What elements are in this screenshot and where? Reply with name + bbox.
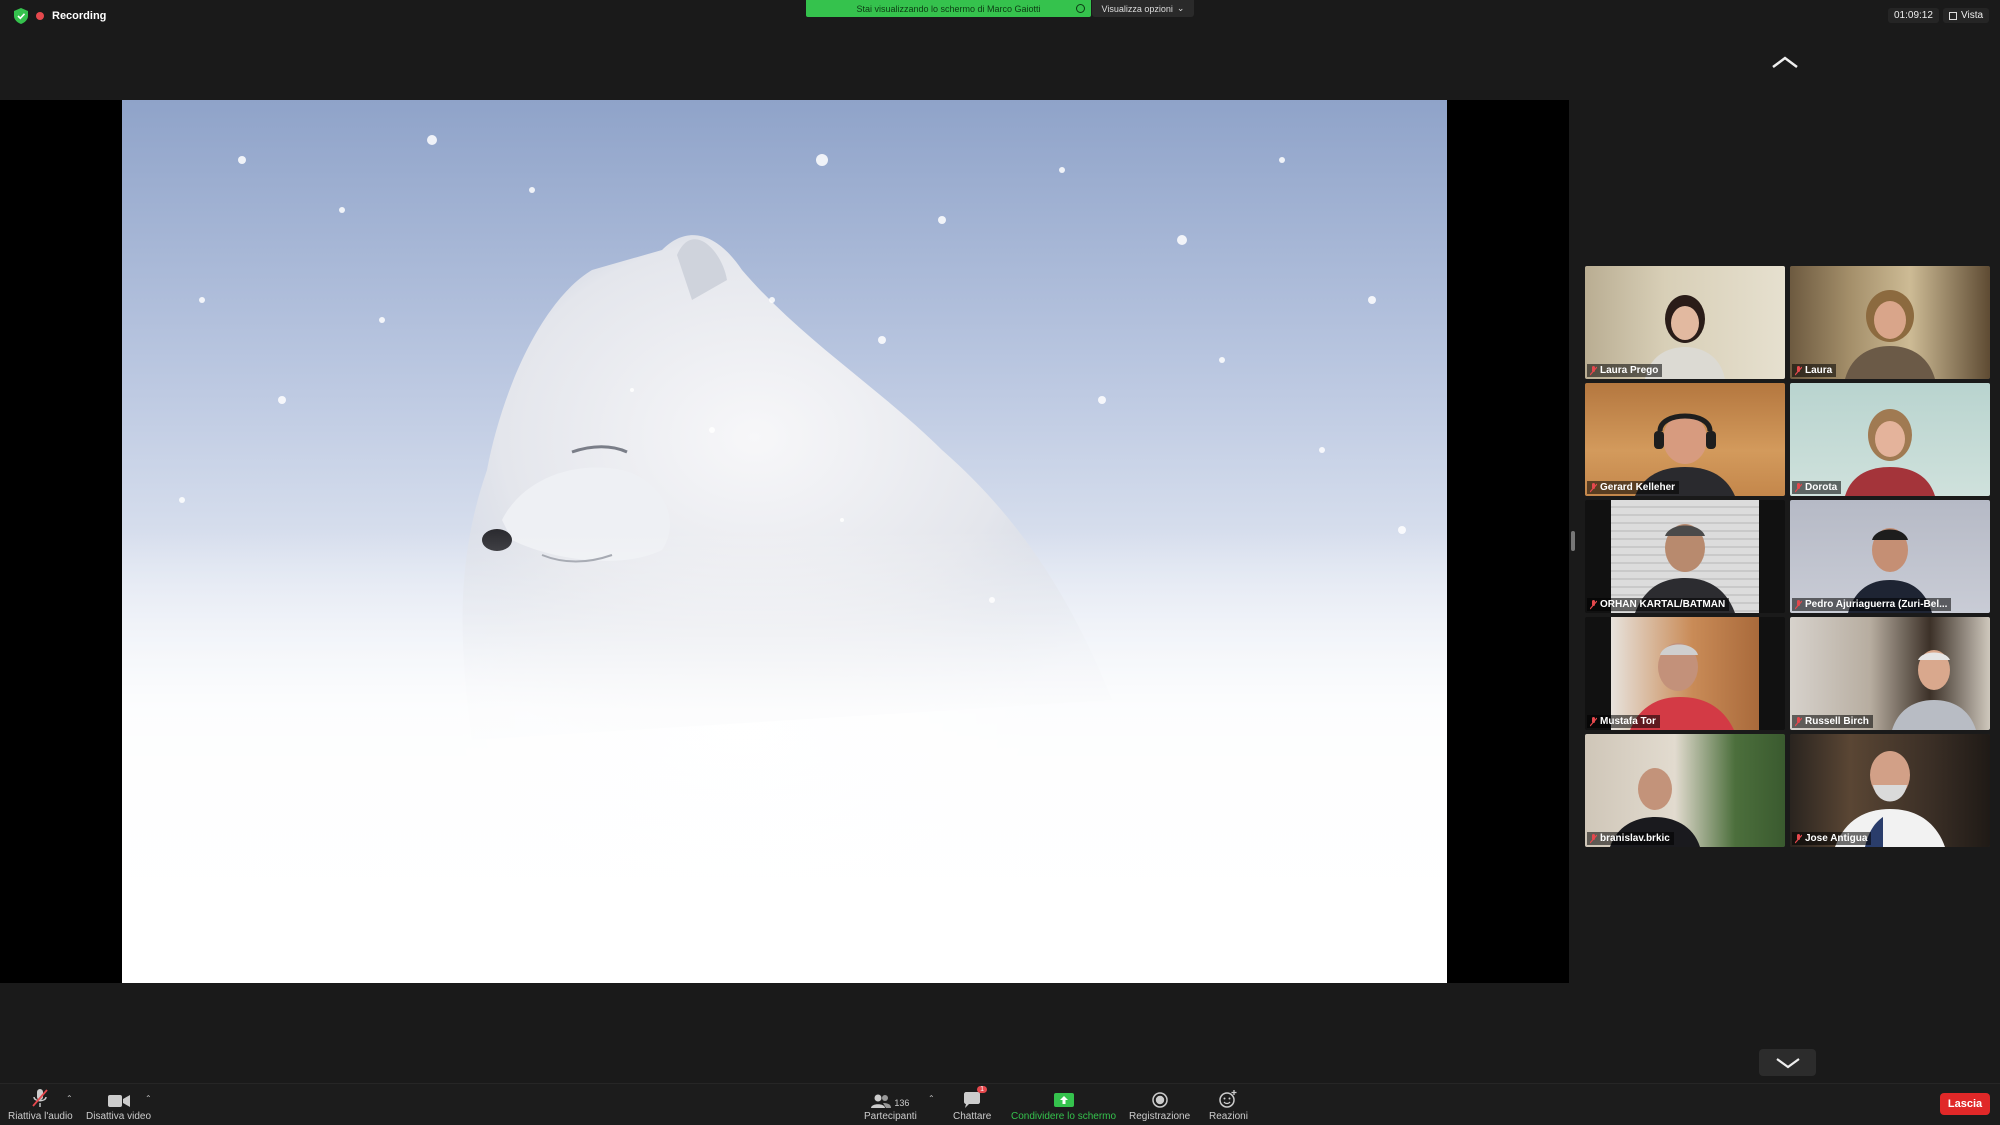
participant-tile[interactable]: Mustafa Tor [1585, 617, 1785, 730]
recording-label: Recording [52, 10, 107, 22]
participant-name-label: Pedro Ajuriaguerra (Zuri-Bel... [1792, 598, 1952, 611]
participant-name-label: Russell Birch [1792, 715, 1873, 728]
meeting-timer: 01:09:12 [1888, 8, 1939, 23]
video-camera-icon [107, 1095, 130, 1107]
chat-icon [964, 1092, 981, 1108]
scroll-down-button[interactable] [1759, 1049, 1816, 1076]
chevron-down-icon [1775, 1057, 1800, 1068]
screen-share-banner: Stai visualizzando lo schermo di Marco G… [806, 0, 1091, 17]
shield-icon [14, 8, 28, 24]
mic-muted-icon [1795, 716, 1802, 726]
mic-muted-icon [1795, 833, 1802, 843]
stop-video-button[interactable]: Disattiva video [86, 1088, 151, 1122]
mic-muted-icon [1795, 365, 1802, 375]
participant-video [1892, 650, 1976, 730]
participant-name-label: Gerard Kelleher [1587, 481, 1680, 494]
participant-tile[interactable]: branislav.brkic [1585, 734, 1785, 847]
participant-video [1845, 290, 1935, 379]
participant-name-label: Laura [1792, 364, 1837, 377]
participant-tile[interactable]: Laura [1790, 266, 1990, 379]
record-icon [1151, 1092, 1168, 1108]
view-options-button[interactable]: Visualizza opzioni ⌄ [1092, 0, 1194, 17]
participant-video [1845, 409, 1935, 496]
leave-button[interactable]: Lascia [1940, 1093, 1990, 1115]
participant-tile[interactable]: Russell Birch [1790, 617, 1990, 730]
mic-muted-icon [1590, 599, 1597, 609]
participants-count: 136 [894, 1098, 910, 1108]
shared-screen-area [0, 100, 1569, 983]
reactions-button[interactable]: Reazioni [1209, 1088, 1248, 1122]
chat-unread-badge: 1 [977, 1086, 988, 1093]
mic-muted-icon [1590, 833, 1597, 843]
record-button[interactable]: Registrazione [1129, 1088, 1190, 1122]
mic-muted-icon [1590, 716, 1597, 726]
record-dot-icon [36, 12, 44, 20]
participant-tile[interactable]: Dorota [1790, 383, 1990, 496]
mic-muted-icon [1590, 365, 1597, 375]
mic-muted-icon [1590, 482, 1597, 492]
grid-view-icon [1949, 11, 1957, 20]
participant-tile[interactable]: ORHAN KARTAL/BATMAN [1585, 500, 1785, 613]
participant-tile[interactable]: Jose Antigua [1790, 734, 1990, 847]
view-button[interactable]: Vista [1943, 8, 1990, 23]
participant-video [1835, 751, 1945, 847]
participants-options-caret-icon[interactable]: ⌃ [928, 1094, 935, 1103]
scroll-up-icon[interactable] [1770, 54, 1800, 70]
resize-handle[interactable] [1571, 531, 1575, 551]
shared-screen-image [122, 100, 1447, 983]
arctic-fox-photo [122, 135, 1447, 983]
view-label: Vista [1961, 10, 1984, 21]
participant-name-label: Laura Prego [1587, 364, 1663, 377]
top-bar: Recording Stai visualizzando lo schermo … [0, 0, 2000, 34]
participant-tile[interactable]: Laura Prego [1585, 266, 1785, 379]
participants-button[interactable]: 136 Partecipanti [864, 1088, 917, 1122]
chat-button[interactable]: 1 Chattare [953, 1086, 991, 1122]
audio-options-caret-icon[interactable]: ⌃ [66, 1094, 73, 1103]
mic-muted-icon [1795, 482, 1802, 492]
mic-off-icon [32, 1089, 49, 1107]
emoji-icon [1219, 1090, 1237, 1108]
participant-name-label: ORHAN KARTAL/BATMAN [1587, 598, 1730, 611]
participant-name-label: branislav.brkic [1587, 832, 1674, 845]
participant-name-label: Jose Antigua [1792, 832, 1872, 845]
share-banner-text: Stai visualizzando lo schermo di Marco G… [856, 3, 1041, 14]
unmute-button[interactable]: Riattiva l'audio [8, 1088, 73, 1122]
chevron-down-icon: ⌄ [1176, 3, 1185, 13]
meeting-toolbar: Riattiva l'audio ⌃ Disattiva video ⌃ 136… [0, 1083, 2000, 1125]
participant-name-label: Mustafa Tor [1587, 715, 1660, 728]
mic-muted-icon [1795, 599, 1802, 609]
participant-tile[interactable]: Gerard Kelleher [1585, 383, 1785, 496]
participant-name-label: Dorota [1792, 481, 1842, 494]
participant-tile[interactable]: Pedro Ajuriaguerra (Zuri-Bel... [1790, 500, 1990, 613]
share-screen-icon [1053, 1093, 1074, 1107]
video-options-caret-icon[interactable]: ⌃ [145, 1094, 152, 1103]
share-screen-button[interactable]: Condividere lo schermo [1011, 1088, 1116, 1122]
participants-icon [871, 1094, 892, 1108]
meeting-window: Recording Stai visualizzando lo schermo … [0, 0, 2000, 1125]
share-status-icon [1076, 4, 1085, 13]
view-options-label: Visualizza opzioni [1101, 3, 1173, 14]
recording-indicator[interactable]: Recording [14, 8, 106, 24]
